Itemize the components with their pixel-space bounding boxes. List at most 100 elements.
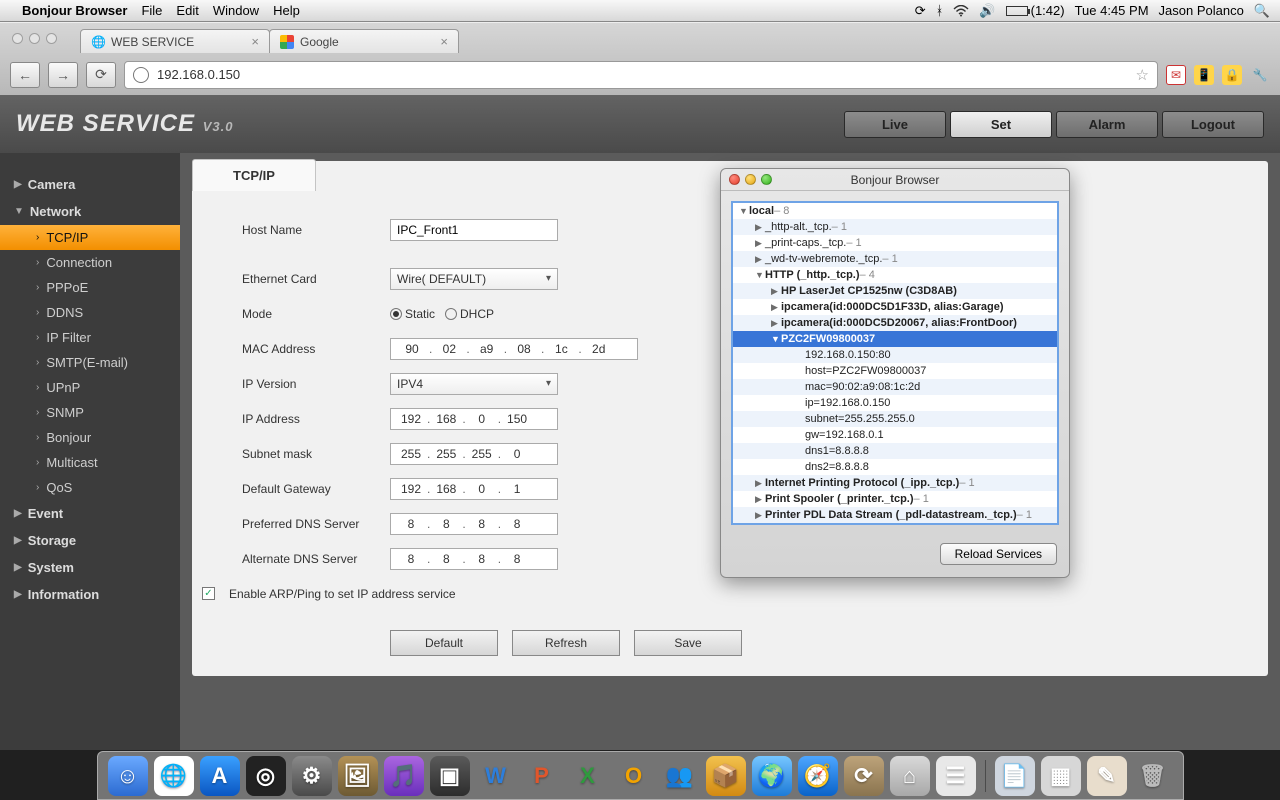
tree-row[interactable]: subnet=255.255.255.0 — [733, 411, 1057, 427]
ipver-select[interactable]: IPV4 — [390, 373, 558, 395]
wrench-menu-icon[interactable]: 🔧 — [1250, 65, 1270, 85]
dock-icon[interactable]: 🗑 — [1133, 756, 1173, 796]
bonjour-service-tree[interactable]: ▼local – 8▶_http-alt._tcp. – 1▶_print-ca… — [731, 201, 1059, 525]
sidebar-item-bonjour[interactable]: ›Bonjour — [0, 425, 180, 450]
wifi-icon[interactable] — [953, 5, 969, 17]
battery-icon[interactable]: (1:42) — [1006, 3, 1065, 18]
dock-icon[interactable]: 🌍 — [752, 756, 792, 796]
reload-button[interactable]: ⟳ — [86, 62, 116, 88]
dock-icon[interactable]: ☺ — [108, 756, 148, 796]
back-button[interactable]: ← — [10, 62, 40, 88]
top-btn-logout[interactable]: Logout — [1162, 111, 1264, 138]
tree-row[interactable]: host=PZC2FW09800037 — [733, 363, 1057, 379]
dock-icon[interactable]: 🌐 — [154, 756, 194, 796]
tree-row[interactable]: ▶_http-alt._tcp. – 1 — [733, 219, 1057, 235]
sidebar-item-ddns[interactable]: ›DDNS — [0, 300, 180, 325]
dock-icon[interactable]: ⌂ — [890, 756, 930, 796]
sidebar-item-tcp-ip[interactable]: ›TCP/IP — [0, 225, 180, 250]
tree-row[interactable]: dns1=8.8.8.8 — [733, 443, 1057, 459]
dock-icon[interactable]: 🖼 — [338, 756, 378, 796]
dock-icon[interactable]: ☰ — [936, 756, 976, 796]
tree-row[interactable]: ▶Internet Printing Protocol (_ipp._tcp.)… — [733, 475, 1057, 491]
host-name-input[interactable] — [390, 219, 558, 241]
spotlight-icon[interactable]: 🔍 — [1254, 3, 1270, 19]
window-close[interactable] — [12, 33, 23, 44]
sidebar-cat-system[interactable]: ▶System — [0, 554, 180, 581]
tab-close-icon[interactable]: × — [440, 34, 448, 49]
ip-input[interactable]: 192.168.0.150 — [390, 408, 558, 430]
dock-icon[interactable]: 📄 — [995, 756, 1035, 796]
window-minimize[interactable] — [745, 174, 756, 185]
sync-icon[interactable]: ⟳ — [915, 3, 926, 19]
tree-row[interactable]: ▶Print Spooler (_printer._tcp.) – 1 — [733, 491, 1057, 507]
tab-google[interactable]: Google × — [269, 29, 459, 53]
clock[interactable]: Tue 4:45 PM — [1075, 3, 1149, 18]
sidebar-item-pppoe[interactable]: ›PPPoE — [0, 275, 180, 300]
dock-icon[interactable]: ✎ — [1087, 756, 1127, 796]
subnet-input[interactable]: 255.255.255.0 — [390, 443, 558, 465]
ext-mail-icon[interactable]: ✉ — [1166, 65, 1186, 85]
dock-icon[interactable]: 🧭 — [798, 756, 838, 796]
volume-icon[interactable]: 🔊 — [979, 3, 995, 19]
tree-row[interactable]: ▶ipcamera(id:000DC5D20067, alias:FrontDo… — [733, 315, 1057, 331]
address-bar[interactable]: 192.168.0.150 ☆ — [124, 61, 1158, 89]
dock-icon[interactable]: 📦 — [706, 756, 746, 796]
dns1-input[interactable]: 8.8.8.8 — [390, 513, 558, 535]
sidebar-cat-network[interactable]: ▼Network — [0, 198, 180, 225]
mode-static-radio[interactable] — [390, 308, 402, 320]
reload-services-button[interactable]: Reload Services — [940, 543, 1057, 565]
window-zoom[interactable] — [761, 174, 772, 185]
dock-icon[interactable]: ◎ — [246, 756, 286, 796]
sidebar-cat-information[interactable]: ▶Information — [0, 581, 180, 608]
panel-tab-tcpip[interactable]: TCP/IP — [192, 159, 316, 191]
ext-mobile-icon[interactable]: 📱 — [1194, 65, 1214, 85]
arp-checkbox[interactable]: ✓ — [202, 587, 215, 600]
top-btn-alarm[interactable]: Alarm — [1056, 111, 1158, 138]
save-button[interactable]: Save — [634, 630, 742, 656]
dock-icon[interactable]: ⟳ — [844, 756, 884, 796]
dock-icon[interactable]: ▦ — [1041, 756, 1081, 796]
window-close[interactable] — [729, 174, 740, 185]
sidebar-item-smtp-e-mail-[interactable]: ›SMTP(E-mail) — [0, 350, 180, 375]
mac-input[interactable]: 90.02.a9.08.1c.2d — [390, 338, 638, 360]
tree-row[interactable]: ▶ipcamera(id:000DC5D1F33D, alias:Garage) — [733, 299, 1057, 315]
tab-close-icon[interactable]: × — [251, 34, 259, 49]
window-titlebar[interactable]: Bonjour Browser — [721, 169, 1069, 191]
dock-icon[interactable]: P — [522, 756, 562, 796]
tree-row[interactable]: ▶_wd-tv-webremote._tcp. – 1 — [733, 251, 1057, 267]
bluetooth-icon[interactable]: ᚼ — [936, 3, 944, 18]
tree-row[interactable]: ▼PZC2FW09800037 — [733, 331, 1057, 347]
tree-row[interactable]: ip=192.168.0.150 — [733, 395, 1057, 411]
dock-icon[interactable]: W — [476, 756, 516, 796]
dock-icon[interactable]: ▣ — [430, 756, 470, 796]
sidebar-item-qos[interactable]: ›QoS — [0, 475, 180, 500]
dock-icon[interactable]: O — [614, 756, 654, 796]
tree-row[interactable]: ▶Printer PDL Data Stream (_pdl-datastrea… — [733, 507, 1057, 523]
dock-icon[interactable]: A — [200, 756, 240, 796]
sidebar-item-snmp[interactable]: ›SNMP — [0, 400, 180, 425]
dock-icon[interactable]: ⚙ — [292, 756, 332, 796]
menu-file[interactable]: File — [141, 3, 162, 18]
refresh-button[interactable]: Refresh — [512, 630, 620, 656]
default-button[interactable]: Default — [390, 630, 498, 656]
tree-row[interactable]: dns2=8.8.8.8 — [733, 459, 1057, 475]
tree-row[interactable]: gw=192.168.0.1 — [733, 427, 1057, 443]
app-name[interactable]: Bonjour Browser — [22, 3, 127, 18]
window-minimize[interactable] — [29, 33, 40, 44]
gateway-input[interactable]: 192.168.0.1 — [390, 478, 558, 500]
tree-row[interactable]: mac=90:02:a9:08:1c:2d — [733, 379, 1057, 395]
sidebar-cat-camera[interactable]: ▶Camera — [0, 171, 180, 198]
tree-row[interactable]: 192.168.0.150:80 — [733, 347, 1057, 363]
sidebar-cat-storage[interactable]: ▶Storage — [0, 527, 180, 554]
dock-icon[interactable]: 🎵 — [384, 756, 424, 796]
sidebar-item-ip-filter[interactable]: ›IP Filter — [0, 325, 180, 350]
menu-help[interactable]: Help — [273, 3, 300, 18]
sidebar-item-connection[interactable]: ›Connection — [0, 250, 180, 275]
ethernet-select[interactable]: Wire( DEFAULT) — [390, 268, 558, 290]
sidebar-item-multicast[interactable]: ›Multicast — [0, 450, 180, 475]
top-btn-set[interactable]: Set — [950, 111, 1052, 138]
ext-lock-icon[interactable]: 🔒 — [1222, 65, 1242, 85]
dock-icon[interactable]: 👥 — [660, 756, 700, 796]
tree-row[interactable]: ▼local – 8 — [733, 203, 1057, 219]
bookmark-star-icon[interactable]: ☆ — [1136, 66, 1149, 84]
